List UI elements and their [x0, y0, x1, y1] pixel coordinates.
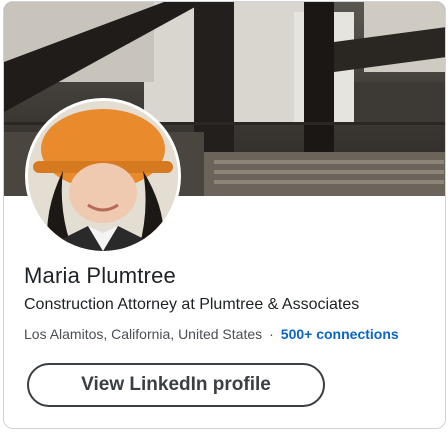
profile-meta: Los Alamitos, California, United States ·…	[24, 326, 399, 342]
avatar[interactable]	[25, 98, 181, 254]
profile-headline: Construction Attorney at Plumtree & Asso…	[24, 296, 360, 313]
profile-card: Maria Plumtree Construction Attorney at …	[3, 1, 446, 429]
profile-name: Maria Plumtree	[24, 263, 176, 288]
profile-location: Los Alamitos, California, United States	[24, 326, 263, 342]
separator-dot: ·	[269, 326, 274, 342]
view-profile-button[interactable]: View LinkedIn profile	[27, 363, 325, 407]
connections-link[interactable]: 500+ connections	[281, 326, 399, 342]
